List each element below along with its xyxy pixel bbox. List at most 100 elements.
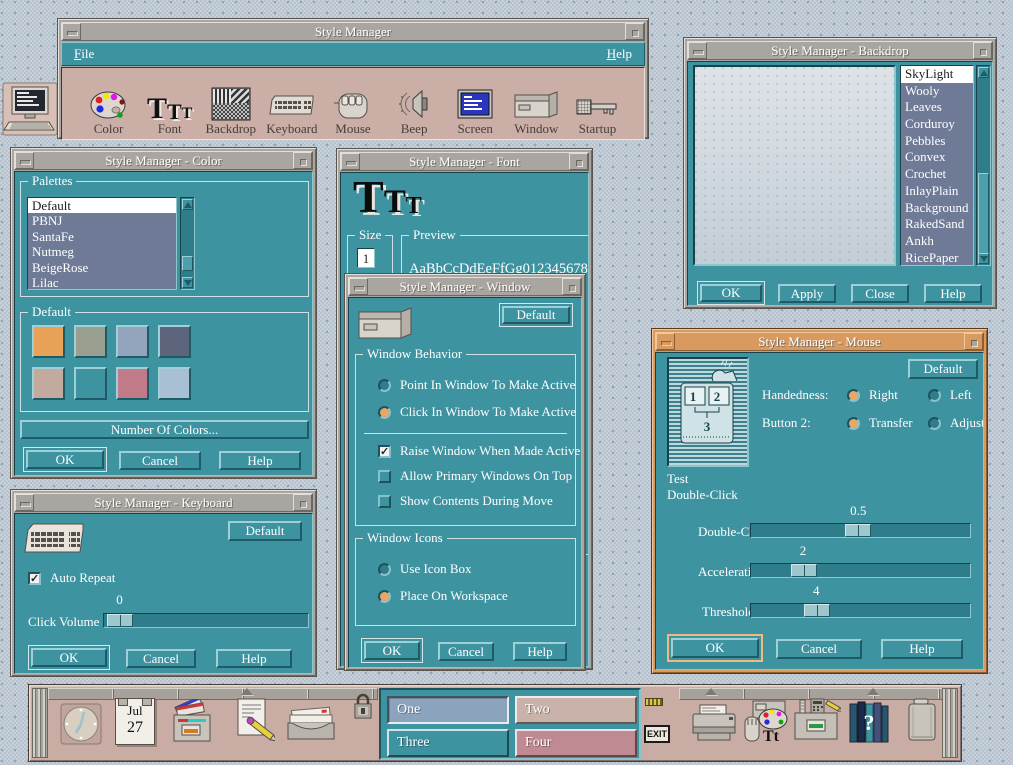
list-item[interactable]: BeigeRose: [28, 260, 176, 275]
window-menu-icon[interactable]: [625, 23, 644, 40]
workspace-button-four[interactable]: Four: [515, 729, 637, 757]
scroll-thumb[interactable]: [978, 173, 989, 257]
slider-thumb[interactable]: [845, 524, 871, 537]
window-menu-icon[interactable]: [293, 152, 312, 169]
radio-row[interactable]: Place On Workspace: [378, 588, 508, 604]
list-item[interactable]: RicePaper: [901, 250, 973, 266]
window-menu-icon[interactable]: [562, 278, 581, 295]
cancel-button[interactable]: Cancel: [119, 451, 201, 470]
scroll-down-icon[interactable]: [182, 277, 193, 288]
radio-icon[interactable]: [378, 379, 391, 392]
clock-control[interactable]: [59, 701, 103, 747]
minimize-button-icon[interactable]: [656, 333, 675, 350]
minimize-button-icon[interactable]: [15, 152, 34, 169]
mouse-test-area[interactable]: 1 2 3: [667, 357, 749, 467]
checkbox-icon[interactable]: [378, 495, 391, 508]
titlebar[interactable]: Style Manager - Mouse: [655, 332, 984, 351]
calendar-control[interactable]: Jul 27: [115, 698, 155, 745]
ok-button[interactable]: OK: [700, 284, 762, 302]
checkbox-row[interactable]: Show Contents During Move: [378, 493, 553, 509]
launcher-font[interactable]: TTT Font: [139, 71, 200, 136]
close-button[interactable]: Close: [851, 284, 909, 303]
double-click-slider[interactable]: [750, 523, 971, 538]
list-item[interactable]: Lilac: [28, 275, 176, 290]
mail-control[interactable]: [284, 701, 338, 747]
list-item[interactable]: SantaFe: [28, 229, 176, 244]
minimize-button-icon[interactable]: [341, 153, 360, 170]
font-size-list[interactable]: 1: [357, 248, 375, 268]
window-menu-icon[interactable]: [973, 42, 992, 59]
titlebar[interactable]: Style Manager - Backdrop: [687, 41, 993, 60]
launcher-backdrop[interactable]: Backdrop: [200, 71, 261, 136]
minimize-button-icon[interactable]: [15, 494, 34, 511]
list-item[interactable]: RakedSand: [901, 216, 973, 233]
titlebar[interactable]: Style Manager - Font: [340, 152, 589, 171]
color-swatch[interactable]: [116, 367, 149, 400]
cancel-button[interactable]: Cancel: [438, 642, 494, 661]
launcher-startup[interactable]: Startup: [567, 71, 628, 136]
terminal-desktop-icon[interactable]: [2, 80, 58, 142]
workspace-button-three[interactable]: Three: [387, 729, 509, 757]
subpanel-arrow-icon[interactable]: [867, 688, 879, 695]
list-item[interactable]: Crochet: [901, 166, 973, 183]
list-item[interactable]: Wooly: [901, 83, 973, 100]
scroll-thumb[interactable]: [182, 256, 193, 271]
number-of-colors-button[interactable]: Number Of Colors...: [20, 420, 309, 439]
checkbox-row[interactable]: Auto Repeat: [28, 570, 115, 586]
list-item[interactable]: InlayPlain: [901, 183, 973, 200]
exit-button[interactable]: EXIT: [644, 725, 670, 743]
help-button[interactable]: Help: [216, 649, 292, 668]
slider-thumb[interactable]: [791, 564, 817, 577]
color-swatch[interactable]: [74, 367, 107, 400]
titlebar[interactable]: Style Manager - Window: [348, 277, 582, 296]
cancel-button[interactable]: Cancel: [776, 639, 862, 659]
acceleration-slider[interactable]: [750, 563, 971, 578]
color-swatch[interactable]: [158, 367, 191, 400]
ok-button[interactable]: OK: [26, 450, 104, 469]
subpanel-arrow-icon[interactable]: [241, 688, 253, 695]
list-item[interactable]: PBNJ: [28, 213, 176, 228]
palettes-list[interactable]: DefaultPBNJSantaFeNutmegBeigeRoseLilac: [27, 197, 177, 290]
radio-icon[interactable]: [378, 590, 391, 603]
menu-help[interactable]: Help: [607, 46, 632, 62]
list-item[interactable]: Leaves: [901, 99, 973, 116]
titlebar[interactable]: Style Manager - Keyboard: [14, 493, 313, 512]
help-button[interactable]: Help: [513, 642, 567, 661]
launcher-window[interactable]: Window: [506, 71, 567, 136]
list-item[interactable]: Convex: [901, 149, 973, 166]
launcher-screen[interactable]: Screen: [445, 71, 506, 136]
workspace-button-two[interactable]: Two: [515, 696, 637, 724]
minimize-button-icon[interactable]: [62, 23, 81, 40]
list-item[interactable]: Ankh: [901, 233, 973, 250]
default-button[interactable]: Default: [908, 359, 978, 379]
cancel-button[interactable]: Cancel: [126, 649, 196, 668]
panel-left-handle[interactable]: [32, 688, 48, 758]
text-editor-control[interactable]: [229, 697, 275, 747]
desktop[interactable]: Style Manager File Help Color TTT: [0, 0, 1013, 765]
radio-icon[interactable]: [378, 406, 391, 419]
subpanel-arrow-icon[interactable]: [705, 688, 717, 695]
checkbox-icon[interactable]: [378, 470, 391, 483]
backdrop-list[interactable]: SkyLightWoolyLeavesCorduroyPebblesConvex…: [900, 65, 974, 266]
titlebar[interactable]: Style Manager: [61, 22, 645, 41]
radio-row[interactable]: Point In Window To Make Active: [378, 377, 575, 393]
checkbox-row[interactable]: Raise Window When Made Active: [378, 443, 580, 459]
color-swatch[interactable]: [32, 325, 65, 358]
ok-button[interactable]: OK: [671, 638, 759, 658]
minimize-button-icon[interactable]: [349, 278, 368, 295]
menu-file[interactable]: File: [74, 46, 94, 62]
radio-icon[interactable]: [847, 389, 860, 402]
click-volume-slider[interactable]: [103, 613, 309, 628]
help-button[interactable]: Help: [219, 451, 301, 470]
workspace-button-one[interactable]: One: [387, 696, 509, 724]
radio-icon[interactable]: [928, 417, 941, 430]
checkbox-row[interactable]: Allow Primary Windows On Top: [378, 468, 572, 484]
threshold-slider[interactable]: [750, 603, 971, 618]
radio-icon[interactable]: [847, 417, 860, 430]
scroll-down-icon[interactable]: [978, 253, 989, 264]
slider-thumb[interactable]: [107, 614, 133, 627]
help-button[interactable]: Help: [924, 284, 982, 303]
help-button[interactable]: Help: [881, 639, 963, 659]
launcher-beep[interactable]: Beep: [384, 71, 445, 136]
applications-control[interactable]: [791, 697, 841, 747]
